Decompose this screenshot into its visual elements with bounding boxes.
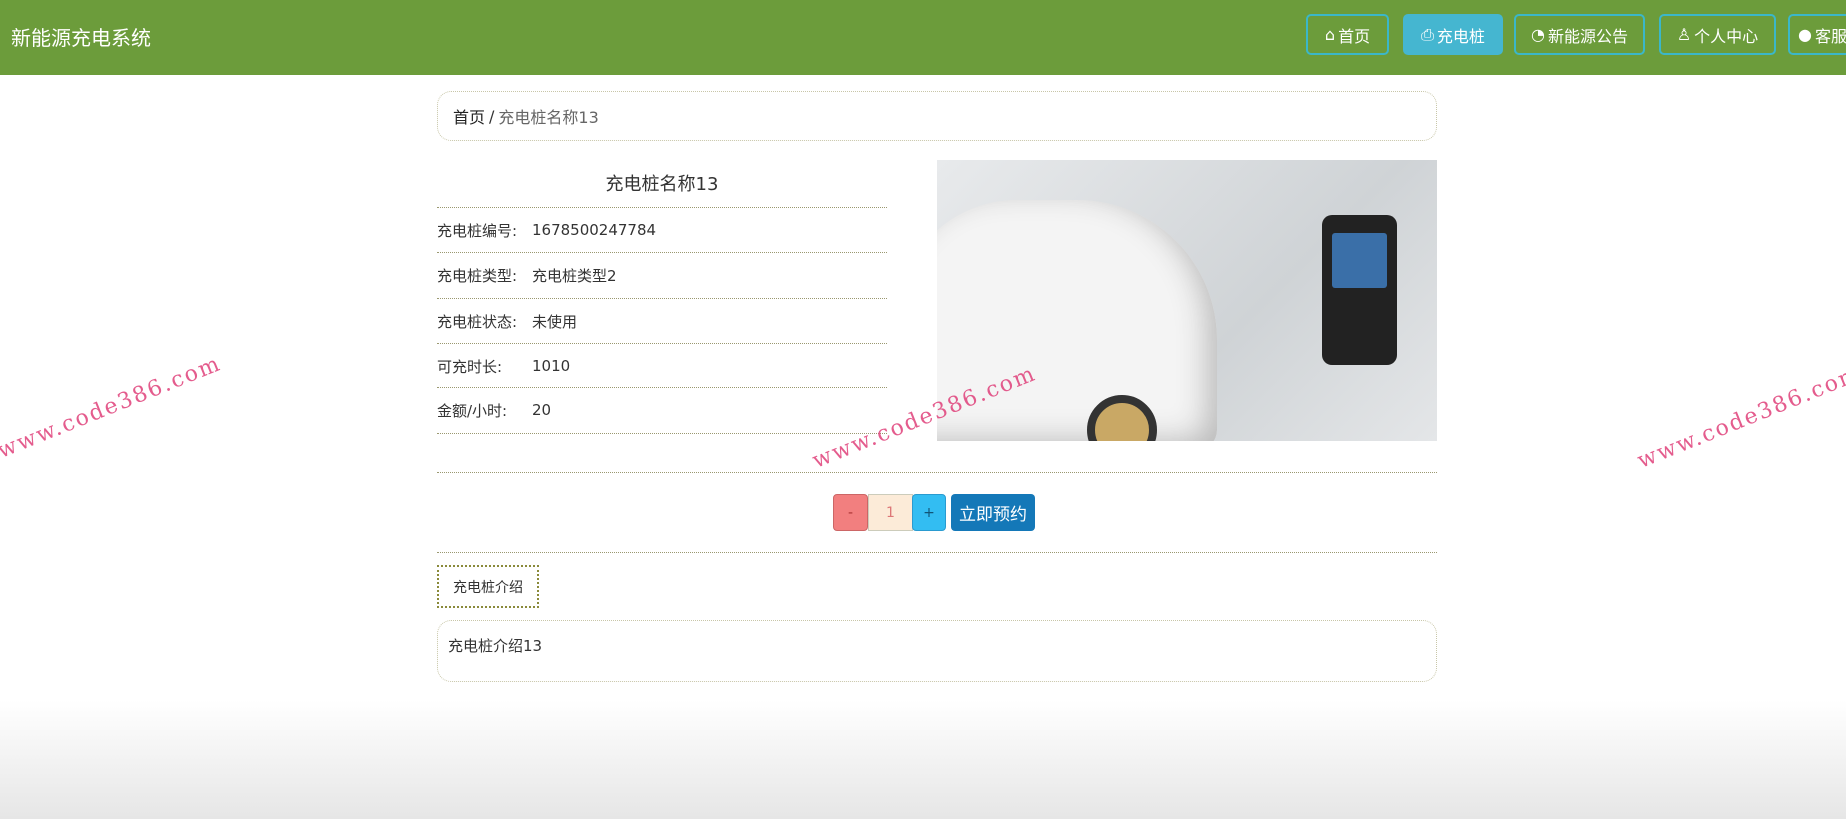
watermark: www.code386.com	[0, 351, 225, 464]
home-icon: ⌂	[1324, 25, 1336, 44]
field-duration: 可充时长: 1010	[437, 343, 887, 388]
book-now-button[interactable]: 立即预约	[951, 494, 1035, 531]
increase-button[interactable]: +	[912, 494, 946, 531]
site-title: 新能源充电系统	[11, 26, 151, 50]
nav-home[interactable]: ⌂ 首页	[1306, 14, 1389, 55]
decrease-button[interactable]: -	[833, 494, 868, 531]
divider	[437, 472, 1437, 473]
breadcrumb-home[interactable]: 首页	[453, 104, 485, 128]
field-number: 充电桩编号: 1678500247784	[437, 207, 887, 252]
field-type: 充电桩类型: 充电桩类型2	[437, 252, 887, 297]
footer-area	[0, 700, 1846, 819]
charger-icon: ⎙	[1421, 24, 1434, 44]
nav-profile[interactable]: ♙ 个人中心	[1659, 14, 1776, 55]
breadcrumb: 首页 / 充电桩名称13	[437, 91, 1437, 141]
palette-icon: ◔	[1531, 25, 1545, 44]
divider	[437, 433, 887, 434]
chat-icon: ●	[1798, 25, 1812, 44]
tab-intro[interactable]: 充电桩介绍	[437, 565, 539, 608]
top-header: 新能源充电系统 ⌂ 首页 ⎙ 充电桩 ◔ 新能源公告 ♙ 个人中心 ● 客服	[0, 0, 1846, 75]
field-price: 金额/小时: 20	[437, 387, 887, 432]
nav-service[interactable]: ● 客服	[1788, 14, 1846, 55]
watermark: www.code386.com	[1634, 361, 1846, 474]
intro-content: 充电桩介绍13	[437, 620, 1437, 682]
charger-image	[937, 160, 1437, 441]
field-status: 充电桩状态: 未使用	[437, 298, 887, 343]
charger-unit-shape	[1322, 215, 1397, 365]
nav-announcements[interactable]: ◔ 新能源公告	[1514, 14, 1645, 55]
nav-charger[interactable]: ⎙ 充电桩	[1403, 14, 1503, 55]
charger-title: 充电桩名称13	[605, 174, 719, 195]
user-icon: ♙	[1676, 25, 1692, 44]
divider	[437, 552, 1437, 553]
quantity-input[interactable]: 1	[868, 494, 913, 531]
breadcrumb-current: 充电桩名称13	[498, 108, 599, 127]
